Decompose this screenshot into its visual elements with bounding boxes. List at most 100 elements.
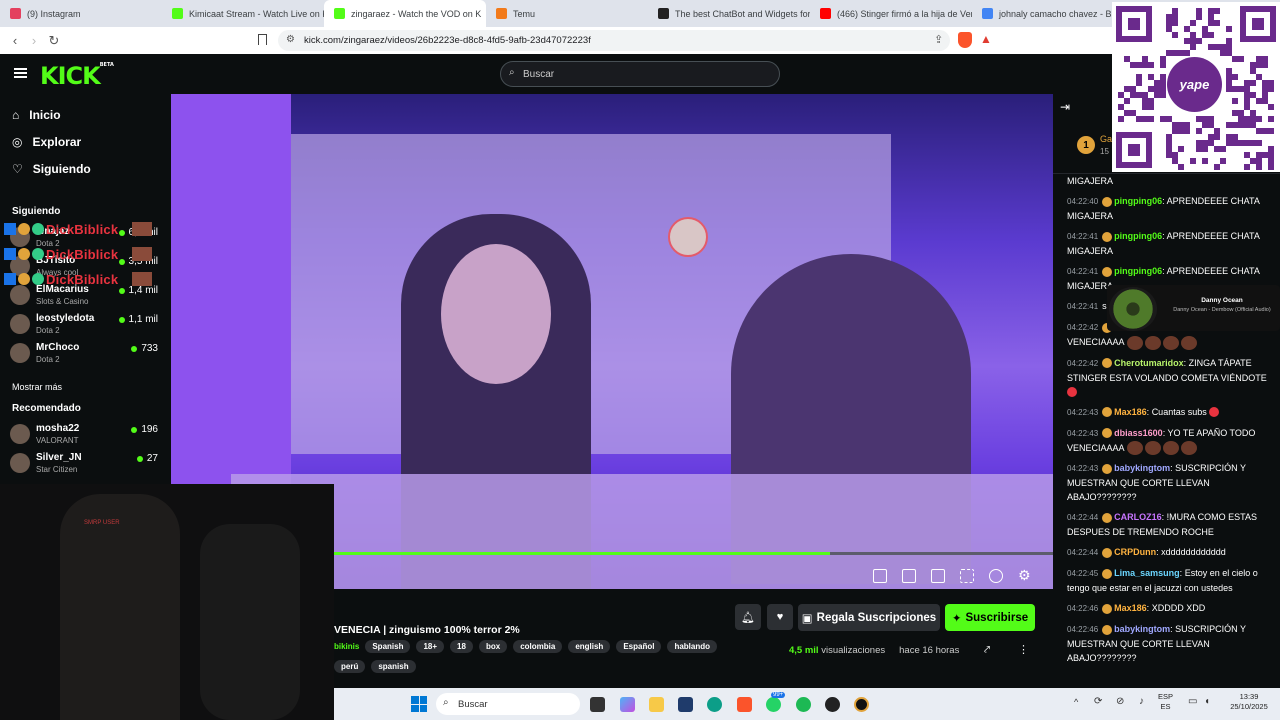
obs-icon[interactable]: [825, 697, 840, 712]
tag[interactable]: Español: [616, 640, 662, 653]
browser-tab[interactable]: The best ChatBot and Widgets for K: [648, 0, 810, 27]
search-input[interactable]: ⌕ Buscar: [500, 61, 780, 87]
tab-title: (466) Stinger firmó a la hija de Vene: [837, 8, 972, 19]
sidebar-channel[interactable]: Silver_JN Star Citizen 27: [10, 450, 160, 478]
tag[interactable]: 18: [450, 640, 473, 653]
chat-username[interactable]: CARLOZ16: [1114, 512, 1162, 522]
chat-username[interactable]: pingping06: [1114, 266, 1162, 276]
sidebar-channel[interactable]: MrChoco Dota 2 733: [10, 340, 160, 368]
browser-tab[interactable]: johnaly camacho chavez - Busc: [972, 0, 1134, 27]
chat-username[interactable]: Cherotumaridox: [1114, 358, 1184, 368]
browser-tab[interactable]: zingaraez - Watch the VOD on K✕: [324, 0, 486, 27]
speed-icon[interactable]: [989, 569, 1003, 583]
tray-network-off-icon[interactable]: ⊘: [1116, 696, 1124, 707]
badge-icon: [32, 248, 44, 260]
chat-username[interactable]: pingping06: [1114, 231, 1162, 241]
app-icon[interactable]: [854, 697, 869, 712]
back-icon[interactable]: ‹: [5, 33, 25, 48]
viewer-count: 1,1 mil: [118, 314, 158, 325]
show-more-link[interactable]: Mostrar más: [12, 382, 62, 392]
chevron-up-icon[interactable]: ^: [1074, 697, 1078, 707]
chat-username[interactable]: Max186: [1114, 603, 1147, 613]
tag[interactable]: 18+: [416, 640, 445, 653]
chat-timestamp: 04:22:44: [1067, 548, 1099, 558]
forward-icon[interactable]: ›: [24, 33, 44, 48]
miniplayer-icon[interactable]: [873, 569, 887, 583]
browser-tab[interactable]: Temu: [486, 0, 648, 27]
file-explorer-icon[interactable]: [649, 697, 664, 712]
start-icon[interactable]: [411, 696, 427, 712]
more-options-icon[interactable]: ⋮: [1018, 643, 1029, 656]
alert-icon: [4, 223, 16, 235]
tag[interactable]: bikinis: [334, 640, 359, 653]
tag[interactable]: english: [568, 640, 611, 653]
taskbar-search[interactable]: ⌕ Buscar: [436, 693, 580, 715]
whatsapp-icon[interactable]: [766, 697, 781, 712]
chat-username[interactable]: CRPDunn: [1114, 547, 1156, 557]
language-indicator[interactable]: ESP ES: [1158, 692, 1173, 712]
tab-favicon-icon: [658, 8, 669, 19]
gift-subs-button[interactable]: ▣ Regala Suscripciones: [798, 604, 940, 631]
spotify-icon[interactable]: [796, 697, 811, 712]
notification-button[interactable]: 🔔︎: [735, 604, 761, 630]
chat-username[interactable]: babykingtom: [1114, 624, 1170, 634]
edge-icon[interactable]: [707, 697, 722, 712]
browser-tab[interactable]: (466) Stinger firmó a la hija de Vene: [810, 0, 972, 27]
theater-icon[interactable]: [931, 569, 945, 583]
tag[interactable]: hablando: [667, 640, 718, 653]
tag[interactable]: spanish: [371, 660, 416, 673]
task-view-icon[interactable]: [590, 697, 605, 712]
display-icon[interactable]: ▭: [1188, 696, 1197, 707]
chat-text: XDDDD XDD: [1151, 603, 1206, 614]
nav-home[interactable]: ⌂ Inicio: [12, 108, 61, 122]
site-info-icon[interactable]: ⚙: [286, 34, 295, 45]
browser-tab[interactable]: Kimicaat Stream - Watch Live on Kick: [162, 0, 324, 27]
menu-icon[interactable]: [14, 68, 27, 78]
follow-button[interactable]: ♥: [767, 604, 793, 630]
alert-image: [132, 222, 153, 236]
tag[interactable]: perú: [334, 660, 366, 673]
chat-username[interactable]: Max186: [1114, 407, 1147, 417]
clip-icon[interactable]: [902, 569, 916, 583]
channel-category: VALORANT: [36, 436, 79, 445]
share-icon[interactable]: ⇪: [934, 33, 943, 46]
volume-icon[interactable]: ◖: [1204, 696, 1210, 707]
video-progress-bar[interactable]: [334, 552, 1053, 555]
chat-username[interactable]: pingping06: [1114, 196, 1162, 206]
tag[interactable]: Spanish: [365, 640, 411, 653]
settings-icon[interactable]: ⚙: [1018, 567, 1031, 584]
brave-shield-icon[interactable]: [958, 32, 972, 48]
sidebar-channel[interactable]: leostyledota Dota 2 1,1 mil: [10, 311, 160, 339]
copilot-icon[interactable]: [620, 697, 635, 712]
chat-username[interactable]: babykingtom: [1114, 463, 1170, 473]
tag[interactable]: colombia: [513, 640, 563, 653]
tray-sync-icon[interactable]: ⟳: [1094, 696, 1102, 707]
store-icon[interactable]: [678, 697, 693, 712]
nav-explore[interactable]: ◎ Explorar: [12, 135, 81, 149]
microphone-icon[interactable]: ♪: [1139, 696, 1144, 707]
chat-username[interactable]: Lima_samsung: [1114, 568, 1180, 578]
chat-message: 04:22:43 Max186: Cuantas subs: [1067, 405, 1267, 420]
chat-username[interactable]: dbiass1600: [1114, 428, 1163, 438]
subscribe-button[interactable]: ✦ Suscribirse: [945, 604, 1035, 631]
clock[interactable]: 13:39 25/10/2025: [1222, 692, 1276, 712]
browser-tab[interactable]: (9) Instagram: [0, 0, 162, 27]
fullscreen-icon[interactable]: [960, 569, 974, 583]
reload-icon[interactable]: ↻: [44, 33, 64, 49]
tag[interactable]: box: [478, 640, 508, 653]
nav-following[interactable]: ♡ Siguiendo: [12, 162, 91, 176]
qr-code-overlay: yape: [1112, 2, 1280, 172]
address-bar[interactable]: ⚙ kick.com/zingaraez/videos/26b2223e-d8c…: [278, 30, 950, 51]
sub-badge-icon: [1102, 624, 1113, 635]
share-icon[interactable]: ⤤: [984, 644, 990, 657]
brave-icon[interactable]: [737, 697, 752, 712]
bookmark-icon[interactable]: [258, 34, 267, 45]
brave-rewards-icon[interactable]: ▲: [980, 32, 992, 46]
chat-message: 04:22:46 Max186: XDDDD XDD: [1067, 603, 1206, 614]
search-icon: ⌕: [509, 67, 515, 78]
sub-badge-icon: [1102, 568, 1113, 579]
kick-logo[interactable]: KICKBETA: [40, 62, 114, 90]
alert-image: [132, 272, 153, 286]
sidebar-channel[interactable]: mosha22 VALORANT 196: [10, 421, 160, 449]
sub-badge-icon: [1102, 266, 1113, 277]
